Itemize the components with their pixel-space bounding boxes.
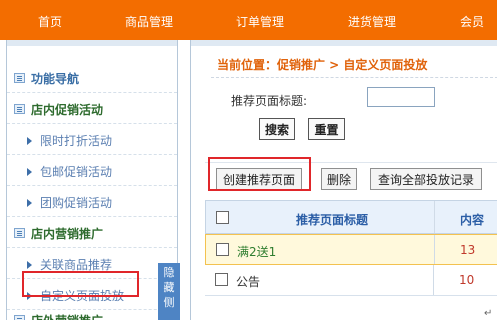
row-content: 13: [460, 243, 476, 257]
divider: [211, 77, 497, 78]
row-title[interactable]: 满2送1: [237, 243, 276, 260]
top-nav-bar: 首页 商品管理 订单管理 进货管理 会员: [0, 0, 497, 40]
selected-item-highlight: [22, 271, 139, 297]
search-button[interactable]: 搜索: [259, 118, 295, 140]
reset-button[interactable]: 重置: [308, 118, 345, 140]
arrow-right-icon: [27, 261, 32, 269]
column-divider: [434, 201, 435, 233]
table-header: 推荐页面标题 内容: [205, 200, 497, 234]
row-title[interactable]: 公告: [236, 273, 260, 290]
main-top-strip: [191, 40, 497, 46]
table-row[interactable]: 公告 10: [205, 265, 497, 296]
sidebar-group-external-marketing[interactable]: 店外营销推广: [7, 304, 177, 320]
arrow-right-icon: [27, 137, 32, 145]
column-divider: [433, 265, 434, 295]
nav-purchasing[interactable]: 进货管理: [348, 13, 396, 30]
column-divider: [434, 235, 435, 264]
nav-products[interactable]: 商品管理: [125, 13, 173, 30]
query-records-button[interactable]: 查询全部投放记录: [370, 168, 482, 190]
create-button-highlight: [208, 157, 311, 191]
list-icon: [14, 73, 25, 83]
breadcrumb: 当前位置：促销推广 > 自定义页面投放: [217, 58, 428, 72]
select-all-checkbox[interactable]: [216, 211, 229, 224]
row-content: 10: [459, 273, 475, 287]
sidebar-group-instore-marketing[interactable]: 店内营销推广: [7, 217, 177, 248]
sidebar-item-free-shipping[interactable]: 包邮促销活动: [7, 155, 177, 186]
delete-button[interactable]: 删除: [321, 168, 357, 190]
hide-sidebar-tab[interactable]: 隐 藏 侧: [158, 263, 180, 320]
nav-home[interactable]: 首页: [38, 13, 62, 30]
sidebar-item-flash-discount[interactable]: 限时打折活动: [7, 124, 177, 155]
row-checkbox[interactable]: [216, 243, 229, 256]
sidebar-title: 功能导航: [7, 62, 177, 93]
search-input[interactable]: [367, 87, 435, 107]
list-icon: [14, 228, 25, 238]
header-content: 内容: [460, 213, 485, 227]
sidebar-top-strip: [7, 40, 177, 46]
list-icon: [14, 104, 25, 114]
return-icon: ↵: [484, 308, 493, 319]
search-label: 推荐页面标题:: [231, 94, 308, 108]
row-checkbox[interactable]: [215, 273, 228, 286]
nav-orders[interactable]: 订单管理: [236, 13, 284, 30]
sidebar-item-group-buy[interactable]: 团购促销活动: [7, 186, 177, 217]
nav-members[interactable]: 会员: [460, 13, 484, 30]
table-row[interactable]: 满2送1 13: [205, 234, 497, 265]
arrow-right-icon: [27, 168, 32, 176]
arrow-right-icon: [27, 199, 32, 207]
list-icon: [14, 315, 25, 320]
main-content: 当前位置：促销推广 > 自定义页面投放 推荐页面标题: 搜索 重置 创建推荐页面…: [190, 40, 497, 320]
header-title: 推荐页面标题: [296, 213, 369, 227]
sidebar-group-instore-promo[interactable]: 店内促销活动: [7, 93, 177, 124]
